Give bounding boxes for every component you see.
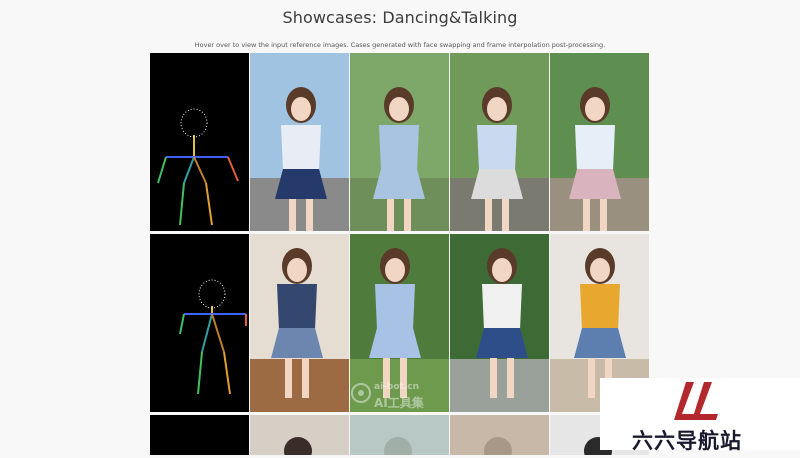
generated-video-frame[interactable] <box>350 53 449 231</box>
generated-video-frame[interactable] <box>450 415 549 455</box>
generated-video-frame[interactable] <box>450 234 549 412</box>
gallery-row <box>150 415 650 455</box>
generated-video-frame[interactable] <box>550 53 649 231</box>
generated-video-frame[interactable] <box>250 234 349 412</box>
dancer-figure <box>275 87 327 231</box>
ai-bot-watermark: ai-bot.cn AI工具集 <box>350 376 460 412</box>
generated-video-frame[interactable] <box>250 415 349 455</box>
generated-video-frame[interactable] <box>250 53 349 231</box>
dancer-head <box>484 437 512 455</box>
page-title: Showcases: Dancing&Talking <box>282 8 518 27</box>
pose-skeleton-video[interactable] <box>150 415 249 455</box>
ai-bot-logo-icon <box>351 383 371 403</box>
dancer-head <box>384 437 412 455</box>
dancer-figure <box>569 87 621 231</box>
page-subtitle: Hover over to view the input reference i… <box>194 41 606 49</box>
double-l-logo-icon <box>674 382 718 420</box>
dancer-head <box>284 437 312 455</box>
dancer-figure <box>373 87 425 231</box>
pose-skeleton-video[interactable] <box>150 234 249 412</box>
site-logo[interactable]: 六六导航站 <box>600 378 800 453</box>
dancer-figure <box>271 248 323 398</box>
dancer-figure <box>471 87 523 231</box>
pose-skeleton-video[interactable] <box>150 53 249 231</box>
generated-video-frame[interactable] <box>450 53 549 231</box>
generated-video-frame[interactable] <box>350 415 449 455</box>
pose-skeleton-figure <box>179 279 247 395</box>
dancer-figure <box>476 248 528 398</box>
watermark-brand: AI工具集 <box>374 396 424 410</box>
site-logo-text: 六六导航站 <box>632 429 742 453</box>
watermark-domain: ai-bot.cn <box>374 382 419 392</box>
pose-skeleton-figure <box>157 108 239 226</box>
gallery-row <box>150 53 650 231</box>
